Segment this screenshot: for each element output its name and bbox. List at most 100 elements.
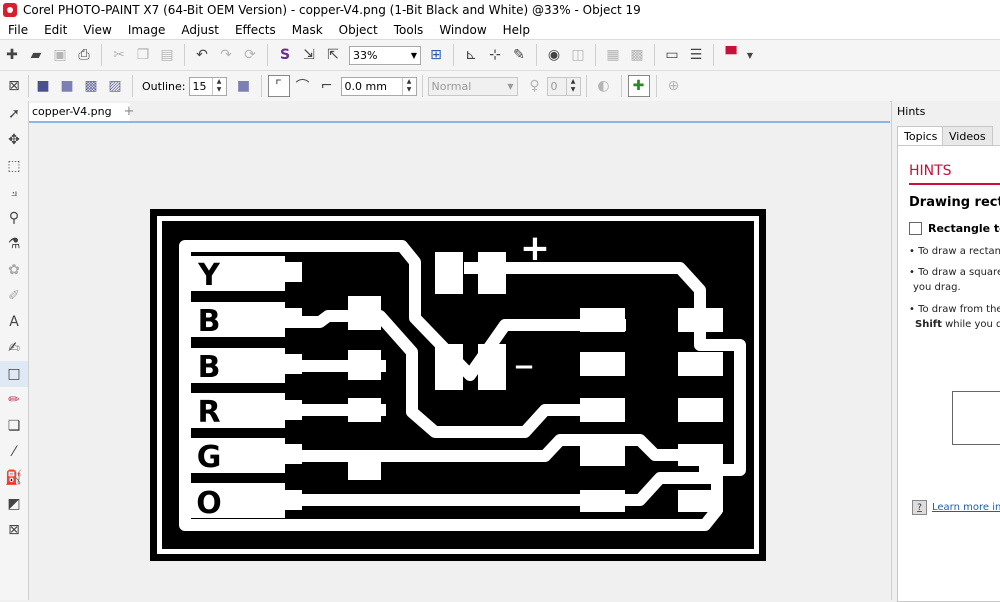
- transparency-spinner[interactable]: 0 ▲ ▼: [546, 76, 581, 96]
- show-guidelines-icon[interactable]: ⊹: [484, 44, 506, 66]
- menu-image[interactable]: Image: [120, 23, 174, 37]
- object-marquee-icon[interactable]: ▦: [602, 44, 624, 66]
- export-icon[interactable]: ⇱: [322, 44, 344, 66]
- paint-tool-icon[interactable]: ✍: [0, 335, 28, 361]
- scalloped-corner-icon[interactable]: ⌒: [292, 75, 314, 97]
- round-corner-icon[interactable]: ⌜: [267, 75, 290, 97]
- new-object-icon[interactable]: ✚: [627, 75, 650, 97]
- bitmap-fill-icon[interactable]: ▩: [80, 75, 102, 97]
- toolbar-divider: [654, 44, 655, 66]
- object-clip-icon[interactable]: ▩: [626, 44, 648, 66]
- save-icon[interactable]: ▣: [49, 44, 71, 66]
- tab-o: [280, 490, 302, 510]
- drop-shadow-tool-icon[interactable]: ❏: [0, 413, 28, 439]
- add-tab-icon[interactable]: +: [121, 103, 137, 121]
- tab-videos[interactable]: Videos: [942, 126, 993, 146]
- menu-adjust[interactable]: Adjust: [173, 23, 227, 37]
- menu-bar: File Edit View Image Adjust Effects Mask…: [0, 20, 1000, 39]
- learn-more-text[interactable]: Learn more in this: [932, 502, 1000, 513]
- menu-view[interactable]: View: [75, 23, 119, 37]
- undo-icon[interactable]: ↶: [191, 44, 213, 66]
- transform-tool-icon[interactable]: ✥: [0, 127, 28, 153]
- launch-dropdown-icon[interactable]: ▼: [744, 44, 756, 66]
- copy-icon[interactable]: ❐: [132, 44, 154, 66]
- welcome-screen-icon[interactable]: ▭: [661, 44, 683, 66]
- zoom-level-value: 33%: [353, 48, 378, 62]
- redo-icon[interactable]: ↷: [215, 44, 237, 66]
- spinner-arrows-icon[interactable]: ▲ ▼: [565, 77, 580, 95]
- tab-b2: [280, 354, 302, 374]
- color-swatches-icon[interactable]: ◩: [0, 491, 28, 517]
- document-tab[interactable]: copper-V4.png: [29, 103, 130, 121]
- menu-window[interactable]: Window: [431, 23, 494, 37]
- crop-tool-icon[interactable]: ⟓: [0, 179, 28, 205]
- pad-cap-4: [478, 344, 506, 390]
- fountain-fill-icon[interactable]: ■: [56, 75, 78, 97]
- hint-line-2b: you drag.: [913, 282, 961, 293]
- import-icon[interactable]: ⇲: [298, 44, 320, 66]
- anti-alias-icon[interactable]: ◐: [593, 75, 615, 97]
- red-eye-tool-icon[interactable]: ✿: [0, 257, 28, 283]
- cut-icon[interactable]: ✂: [108, 44, 130, 66]
- spinner-arrows-icon[interactable]: ▲ ▼: [211, 77, 226, 95]
- show-mask-marquee-icon[interactable]: ◉: [543, 44, 565, 66]
- merge-mode-select[interactable]: Normal ▼: [427, 76, 518, 96]
- spinner-arrows-icon[interactable]: ▲ ▼: [401, 77, 416, 95]
- effect-tool-icon[interactable]: ✏: [0, 387, 28, 413]
- chevron-down-icon: ▼: [410, 50, 417, 60]
- pick-tool-icon[interactable]: ➚: [0, 101, 28, 127]
- outline-color-icon[interactable]: ■: [233, 75, 255, 97]
- plus-mark: +: [520, 228, 550, 269]
- no-fill-icon[interactable]: ⊠: [3, 75, 25, 97]
- mask-overlay-icon[interactable]: ◫: [567, 44, 589, 66]
- brush-options-icon[interactable]: ✎: [508, 44, 530, 66]
- canvas-area[interactable]: Y B B R G O + −: [29, 123, 890, 600]
- launch-app-icon[interactable]: ▀: [720, 44, 742, 66]
- zoom-tool-icon[interactable]: ⚲: [0, 205, 28, 231]
- menu-object[interactable]: Object: [331, 23, 386, 37]
- eraser-tool-icon[interactable]: ✐: [0, 283, 28, 309]
- learn-more-link[interactable]: ? Learn more in this: [912, 500, 1000, 515]
- corel-connect-icon[interactable]: S: [274, 44, 296, 66]
- repeat-icon[interactable]: ⟳: [239, 44, 261, 66]
- menu-help[interactable]: Help: [495, 23, 538, 37]
- show-rulers-icon[interactable]: ⊾: [460, 44, 482, 66]
- paste-icon[interactable]: ▤: [156, 44, 178, 66]
- zoom-fit-icon[interactable]: ⊞: [425, 44, 447, 66]
- zoom-level-select[interactable]: 33% ▼: [349, 45, 421, 65]
- new-file-icon[interactable]: ✚: [1, 44, 23, 66]
- rectangle-mask-tool-icon[interactable]: ⬚: [0, 153, 28, 179]
- options-icon[interactable]: ☰: [685, 44, 707, 66]
- pcb-image[interactable]: Y B B R G O + −: [29, 123, 890, 600]
- color-eyedropper-icon[interactable]: ⁄: [0, 439, 28, 465]
- toolbar-divider: [655, 75, 657, 97]
- tab-topics[interactable]: Topics: [897, 126, 945, 146]
- pad-ic-l4: [580, 444, 625, 466]
- texture-fill-icon[interactable]: ▨: [104, 75, 126, 97]
- menu-mask[interactable]: Mask: [284, 23, 331, 37]
- chamfered-corner-icon[interactable]: ⌐: [316, 75, 338, 97]
- menu-edit[interactable]: Edit: [36, 23, 75, 37]
- reset-colors-icon[interactable]: ⊠: [0, 517, 28, 543]
- menu-tools[interactable]: Tools: [386, 23, 432, 37]
- add-icon[interactable]: ⊕: [663, 75, 685, 97]
- corner-radius-value: 0.0 mm: [344, 79, 387, 93]
- pad-cap-1: [435, 252, 463, 294]
- corner-radius-spinner[interactable]: 0.0 mm ▲ ▼: [340, 76, 417, 96]
- hint-line-2: • To draw a square,: [909, 267, 1000, 278]
- window-title: Corel PHOTO-PAINT X7 (64-Bit OEM Version…: [23, 3, 641, 17]
- fill-tool-icon[interactable]: ⛽: [0, 465, 28, 491]
- hints-docker: Hints Topics Videos HINTS Drawing rectan…: [891, 101, 1000, 602]
- rectangle-tool-icon[interactable]: □: [0, 361, 28, 387]
- label-y: Y: [197, 258, 221, 293]
- pad-ic-l1: [580, 308, 625, 332]
- outline-width-spinner[interactable]: 15 ▲ ▼: [188, 76, 227, 96]
- uniform-fill-icon[interactable]: ■: [32, 75, 54, 97]
- menu-effects[interactable]: Effects: [227, 23, 284, 37]
- menu-file[interactable]: File: [0, 23, 36, 37]
- print-icon[interactable]: ⎙: [73, 44, 95, 66]
- text-tool-icon[interactable]: A: [0, 309, 28, 335]
- toolbar-divider: [101, 44, 102, 66]
- open-folder-icon[interactable]: ▰: [25, 44, 47, 66]
- eyedropper-tool-icon[interactable]: ⚗: [0, 231, 28, 257]
